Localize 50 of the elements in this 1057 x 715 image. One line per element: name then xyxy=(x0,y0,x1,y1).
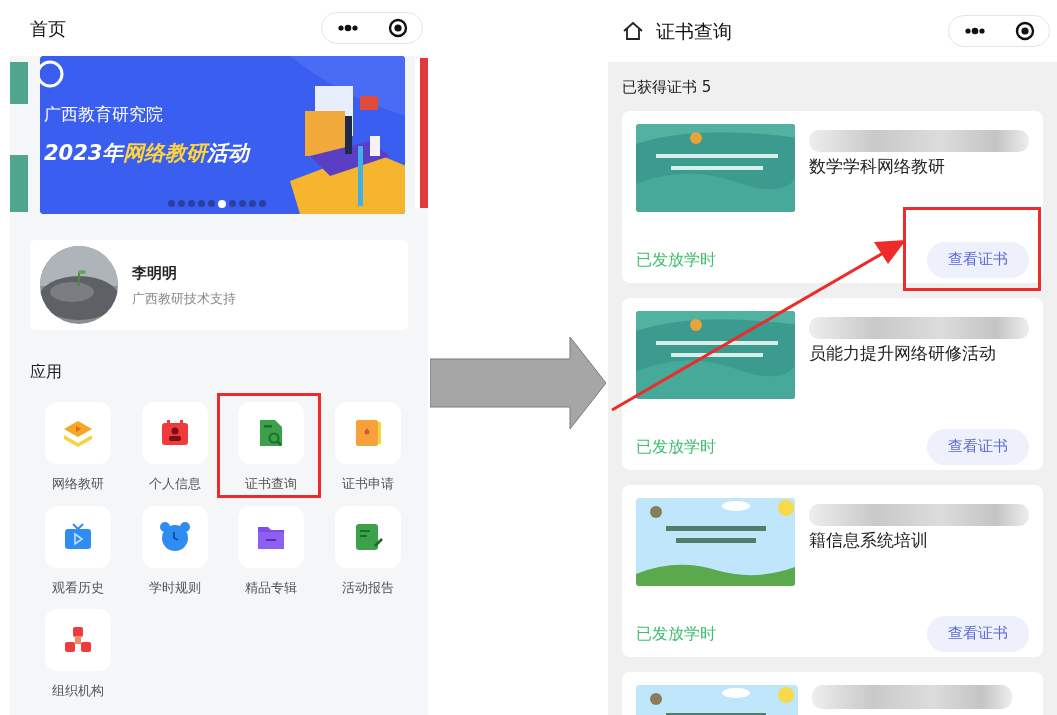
certificate-title: 数学学科网络教研 xyxy=(809,154,946,178)
user-name: 李明明 xyxy=(132,263,178,284)
page-title: 首页 xyxy=(30,16,66,41)
app-label[interactable]: 学时规则 xyxy=(148,577,201,597)
banner-title: 2023年网络教研活动 xyxy=(43,140,250,167)
view-certificate-button[interactable]: 查看证书 xyxy=(927,615,1029,652)
certificate-title: 员能力提升网络研修活动 xyxy=(809,341,997,365)
app-label[interactable]: 观看历史 xyxy=(52,577,104,597)
close-icon[interactable] xyxy=(1014,21,1035,41)
banner-subtitle: 广西教育研究院 xyxy=(43,103,163,126)
more-icon[interactable] xyxy=(963,27,986,35)
app-tile[interactable] xyxy=(334,402,401,464)
certificate-card[interactable]: 籍信息系统培训 已发放学时 查看证书 xyxy=(622,484,1043,657)
app-label[interactable]: 网络教研 xyxy=(52,474,104,494)
app-tile[interactable] xyxy=(141,402,208,464)
view-certificate-button[interactable]: 查看证书 xyxy=(927,428,1029,465)
section-title: 应用 xyxy=(30,361,63,383)
page-title: 证书查询 xyxy=(656,18,732,44)
app-tile[interactable] xyxy=(238,505,304,568)
profile-card[interactable]: 李明明 广西教研技术支持 xyxy=(30,240,408,330)
app-tile[interactable] xyxy=(334,505,401,568)
banner[interactable]: 广西教育研究院 2023年网络教研活动 xyxy=(39,56,406,214)
app-label[interactable]: 证书查询 xyxy=(245,474,297,494)
app-label[interactable]: 精品专辑 xyxy=(245,577,297,597)
status-text: 已发放学时 xyxy=(636,248,716,271)
app-label[interactable]: 组织机构 xyxy=(52,681,104,701)
status-text: 已发放学时 xyxy=(636,435,716,458)
certificate-card[interactable]: 数学学科网络教研 已发放学时 查看证书 xyxy=(622,110,1043,283)
app-tile[interactable] xyxy=(238,402,304,464)
app-label[interactable]: 证书申请 xyxy=(341,474,394,494)
clock-icon xyxy=(158,520,191,553)
certificate-card[interactable]: 员能力提升网络研修活动 已发放学时 查看证书 xyxy=(622,297,1043,470)
app-tile[interactable] xyxy=(45,609,111,671)
close-icon[interactable] xyxy=(387,18,408,38)
home-icon[interactable] xyxy=(622,20,644,42)
capsule-menu[interactable] xyxy=(321,12,423,44)
view-certificate-button[interactable]: 查看证书 xyxy=(927,241,1029,278)
app-label[interactable]: 个人信息 xyxy=(148,474,201,494)
certificate-card[interactable] xyxy=(622,671,1043,715)
app-tile[interactable] xyxy=(45,505,111,568)
app-tile[interactable] xyxy=(45,402,111,464)
certificate-title: 籍信息系统培训 xyxy=(809,528,929,552)
app-tile[interactable] xyxy=(141,505,208,568)
certificate-count: 已获得证书 5 xyxy=(622,77,713,98)
arrow-icon xyxy=(430,336,608,429)
user-subtitle: 广西教研技术支持 xyxy=(132,289,236,308)
app-label[interactable]: 活动报告 xyxy=(341,577,394,597)
status-text: 已发放学时 xyxy=(636,622,716,645)
capsule-menu[interactable] xyxy=(948,15,1050,47)
more-icon[interactable] xyxy=(336,24,359,32)
